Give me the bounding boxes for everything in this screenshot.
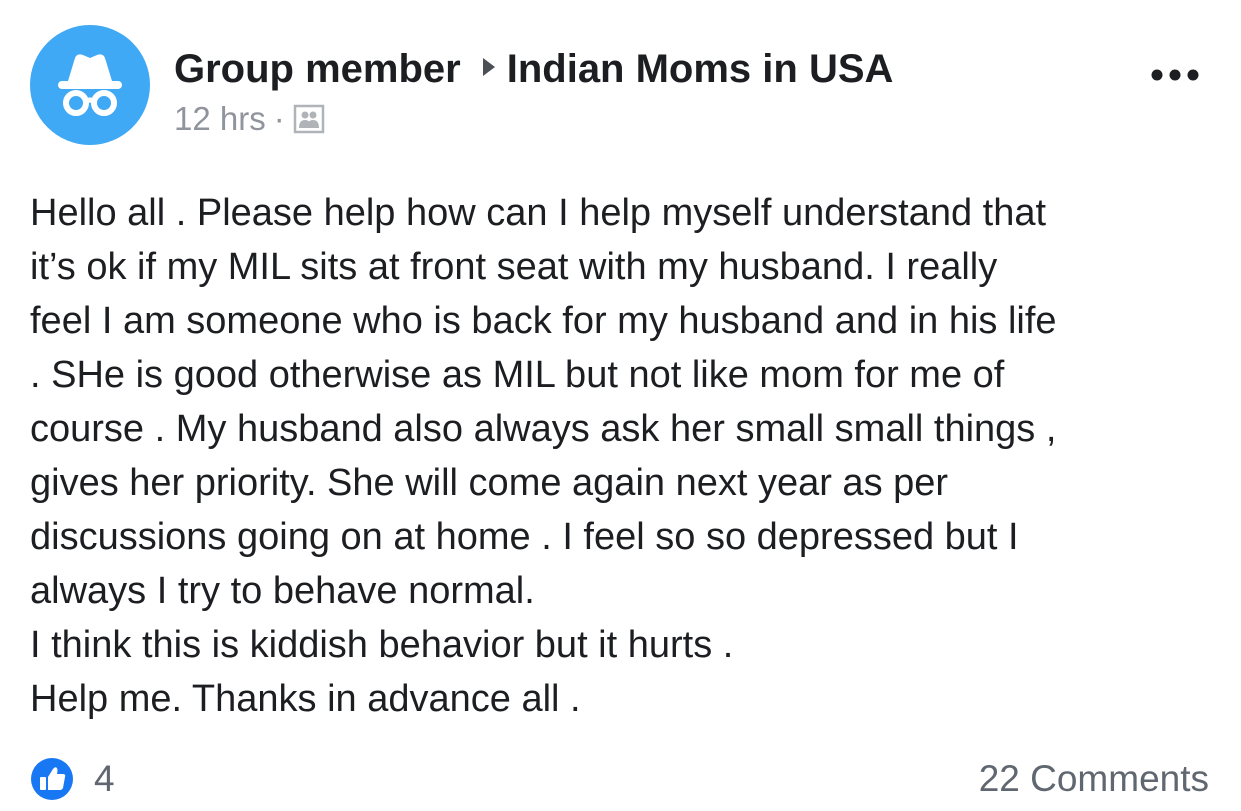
more-options-icon (1151, 69, 1199, 81)
post-meta: 12 hrs · (174, 98, 325, 144)
like-count: 4 (94, 758, 115, 799)
post-header: Group member Indian Moms in USA (174, 44, 893, 94)
incognito-icon (58, 54, 122, 116)
post-body-line: course . My husband also always ask her … (30, 408, 1057, 450)
post-timestamp[interactable]: 12 hrs (174, 100, 266, 137)
comments-count-link[interactable]: 22 Comments (979, 757, 1209, 801)
author-name[interactable]: Group member (174, 47, 461, 91)
group-name-link[interactable]: Indian Moms in USA (507, 47, 894, 91)
post-body-line: Hello all . Please help how can I help m… (30, 192, 1047, 234)
post-body-line: Help me. Thanks in advance all . (30, 678, 581, 720)
arrow-right-icon (482, 58, 495, 76)
post-body-line: gives her priority. She will come again … (30, 462, 949, 504)
meta-separator: · (273, 100, 285, 137)
post-body-line: feel I am someone who is back for my hus… (30, 300, 1057, 342)
anonymous-member-avatar[interactable] (30, 25, 150, 145)
post-body: Hello all . Please help how can I help m… (30, 186, 1220, 726)
like-thumbs-up-icon (30, 757, 74, 801)
reactions-summary[interactable]: 4 (30, 757, 115, 801)
post-card: Group member Indian Moms in USA 12 hrs · H… (0, 0, 1241, 800)
post-body-line: always I try to behave normal. (30, 570, 535, 612)
group-members-icon (293, 102, 325, 144)
more-options-button[interactable] (1148, 60, 1204, 90)
post-body-line: I think this is kiddish behavior but it … (30, 624, 734, 666)
post-body-line: it’s ok if my MIL sits at front seat wit… (30, 246, 998, 288)
post-body-line: discussions going on at home . I feel so… (30, 516, 1019, 558)
post-body-line: . SHe is good otherwise as MIL but not l… (30, 354, 1005, 396)
